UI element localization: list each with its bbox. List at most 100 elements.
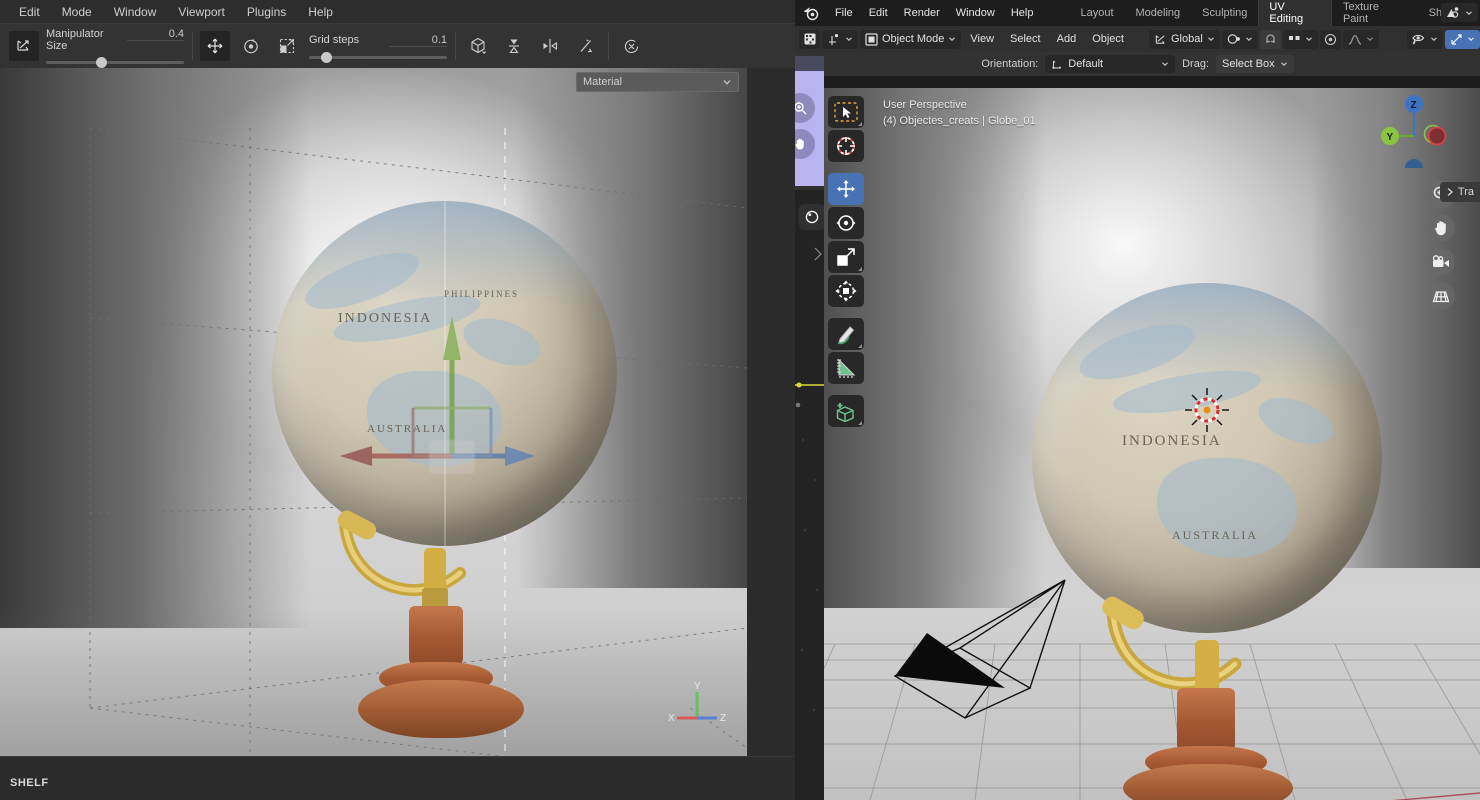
rotate-tool-icon[interactable] [236, 31, 266, 61]
toggle-perspective-icon[interactable] [1427, 282, 1455, 310]
tool-settings-bar: Orientation: Default Drag: Select Box [795, 52, 1480, 76]
pan-hand-icon[interactable] [1427, 214, 1455, 242]
slash-icon[interactable] [571, 31, 601, 61]
tool-expand-corner [858, 122, 862, 126]
transform-orientation-dropdown[interactable]: Global [1148, 29, 1220, 49]
orientation-dropdown[interactable]: Default [1045, 55, 1176, 73]
drag-dropdown[interactable]: Select Box [1216, 55, 1294, 73]
svg-text:Y: Y [694, 681, 701, 692]
toolbar-divider-2 [455, 32, 456, 60]
screen-root: Edit Mode Window Viewport Plugins Help M… [0, 0, 1480, 800]
grid-steps-knob[interactable] [321, 51, 333, 63]
axis-indicator: Y X Z [668, 681, 726, 724]
menu-help[interactable]: Help [297, 2, 344, 22]
falloff-curve-icon [1348, 34, 1361, 45]
grid-steps-track[interactable] [309, 51, 447, 63]
menu-window[interactable]: Window [103, 2, 168, 22]
viewport-visibility-dropdown[interactable] [1407, 29, 1443, 49]
tool-expand-corner [858, 267, 862, 271]
transform-orientation-label: Global [1170, 33, 1203, 45]
add-cube-tool-icon[interactable] [828, 395, 864, 427]
manipulator-size-slider[interactable]: Manipulator Size 0.4 [42, 28, 188, 68]
scale-tool-icon[interactable] [272, 31, 302, 61]
chevron-down-icon [723, 80, 731, 85]
interaction-mode-icon-button[interactable] [822, 29, 858, 49]
proportional-falloff-dropdown[interactable] [1342, 29, 1379, 49]
tab-sculpting[interactable]: Sculpting [1191, 3, 1258, 23]
move-tool-icon[interactable] [200, 31, 230, 61]
orientation-value: Default [1068, 58, 1104, 70]
menu-edit[interactable]: Edit [861, 4, 896, 22]
transform-gizmo[interactable] [0, 68, 747, 756]
navigation-gizmo[interactable]: Z Y [1370, 88, 1450, 168]
uv-zoom-icon[interactable] [795, 93, 815, 123]
grid-steps-slider[interactable]: Grid steps 0.1 [305, 34, 451, 63]
align-icon[interactable] [499, 31, 529, 61]
magnet-icon[interactable] [1259, 29, 1281, 49]
proportional-edit-icon[interactable] [1319, 29, 1341, 49]
object-mode-cube-icon [865, 32, 878, 46]
uv-pan-hand-icon[interactable] [795, 129, 815, 159]
drag-value: Select Box [1222, 58, 1275, 70]
3d-cursor-icon [1185, 388, 1229, 432]
tab-uv-editing[interactable]: UV Editing [1258, 0, 1332, 29]
menu-viewport[interactable]: Viewport [167, 2, 235, 22]
transform-tool-icon[interactable] [828, 275, 864, 307]
viewport-perspective-label: User Perspective [883, 99, 967, 111]
pivot-point-dropdown[interactable] [1221, 29, 1258, 49]
tweak-select-box-icon[interactable] [828, 96, 864, 128]
gizmo-axis-z: Z [1411, 100, 1417, 111]
shelf-panel[interactable]: SHELF [0, 756, 795, 800]
annotate-tool-icon[interactable] [828, 318, 864, 350]
uv-editor-strip[interactable] [795, 56, 824, 800]
show-gizmo-toggle[interactable] [1445, 29, 1480, 49]
chevron-down-icon [1245, 37, 1252, 41]
menu-mode[interactable]: Mode [51, 2, 103, 22]
menu-plugins[interactable]: Plugins [236, 2, 297, 22]
menu-window[interactable]: Window [948, 4, 1003, 22]
manipulator-size-value: 0.4 [126, 28, 184, 41]
menu-edit[interactable]: Edit [8, 2, 51, 22]
tab-layout[interactable]: Layout [1069, 3, 1124, 23]
manipulator-size-knob[interactable] [95, 57, 107, 68]
menu-select[interactable]: Select [1003, 30, 1048, 48]
workspace-tabs: Layout Modeling Sculpting UV Editing Tex… [1069, 0, 1480, 29]
shading-mode-dropdown[interactable]: Material [576, 72, 739, 92]
globe-stand [1102, 596, 1242, 692]
manipulator-size-track[interactable] [46, 57, 184, 68]
sidebar-tab-transform[interactable]: Tra [1439, 182, 1480, 202]
menu-render[interactable]: Render [896, 4, 948, 22]
tab-texture-paint[interactable]: Texture Paint [1332, 0, 1418, 29]
scale-tool-icon[interactable] [828, 241, 864, 273]
tool-expand-corner [858, 344, 862, 348]
transform-gizmo-icon[interactable] [9, 31, 39, 61]
move-tool-icon[interactable] [828, 173, 864, 205]
left-menubar: Edit Mode Window Viewport Plugins Help [0, 0, 795, 23]
snap-target-dropdown[interactable] [1282, 29, 1318, 49]
left-3d-viewport[interactable]: PHILIPPINES INDONESIA AUSTRALIA Y X Z Ma… [0, 68, 747, 756]
menu-help[interactable]: Help [1003, 4, 1042, 22]
tab-modeling[interactable]: Modeling [1125, 3, 1192, 23]
menu-object[interactable]: Object [1085, 30, 1131, 48]
menu-file[interactable]: File [827, 4, 861, 22]
scene-props-icon[interactable] [1441, 3, 1478, 22]
measure-tool-icon[interactable] [828, 352, 864, 384]
camera-view-icon[interactable] [1427, 248, 1455, 276]
blender-window: File Edit Render Window Help Layout Mode… [795, 0, 1480, 800]
menu-add[interactable]: Add [1050, 30, 1084, 48]
menu-view[interactable]: View [963, 30, 1001, 48]
uv-strip-canvas[interactable] [795, 190, 824, 800]
reset-icon[interactable] [616, 31, 646, 61]
blender-3d-viewport[interactable]: INDONESIA AUSTRALIA User Perspective (4)… [795, 88, 1480, 800]
cursor-tool-icon[interactable] [828, 130, 864, 162]
chevron-down-icon [1468, 37, 1474, 41]
editor-type-icon[interactable] [799, 29, 820, 49]
blender-logo-icon[interactable] [801, 3, 821, 23]
mirror-icon[interactable] [535, 31, 565, 61]
chevron-down-icon [1466, 10, 1472, 15]
left-viewport-gutter [747, 68, 795, 756]
object-mode-dropdown[interactable]: Object Mode [860, 29, 962, 49]
rotate-tool-icon[interactable] [828, 207, 864, 239]
orientation-default-icon [1052, 60, 1062, 69]
snap-cube-icon[interactable] [463, 31, 493, 61]
